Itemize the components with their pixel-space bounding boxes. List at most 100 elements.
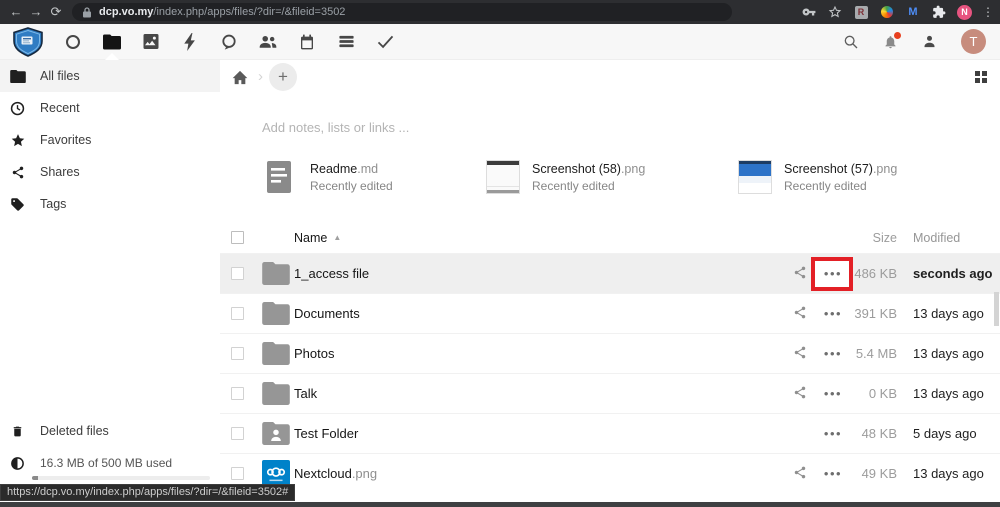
extension-r-icon[interactable]: R xyxy=(853,4,869,20)
file-name-link[interactable]: Nextcloud.png xyxy=(292,466,784,481)
notes-input[interactable]: Add notes, lists or links ... xyxy=(262,120,409,135)
file-name-link[interactable]: Photos xyxy=(292,346,784,361)
activity-lightning-icon[interactable] xyxy=(181,30,199,54)
sort-ascending-icon: ▲ xyxy=(333,233,341,242)
user-avatar[interactable]: T xyxy=(961,29,986,54)
file-name-link[interactable]: Test Folder xyxy=(292,426,784,441)
file-name-link[interactable]: Talk xyxy=(292,386,784,401)
sidebar-item-deleted-files[interactable]: Deleted files xyxy=(0,415,220,447)
grid-view-toggle-icon[interactable] xyxy=(975,71,987,83)
browser-reload-button[interactable]: ⟳ xyxy=(46,0,66,24)
app-logo-shield-icon[interactable] xyxy=(10,27,46,57)
nextcloud-header: T xyxy=(0,24,1000,60)
quota-progress-bar xyxy=(32,476,210,480)
file-size: 0 KB xyxy=(850,386,897,401)
chevron-separator-icon: › xyxy=(258,68,263,85)
file-size: 391 KB xyxy=(850,306,897,321)
file-size: 49 KB xyxy=(850,466,897,481)
table-row-photos[interactable]: Photos ••• 5.4 MB 13 days ago xyxy=(220,333,1000,373)
bookmark-star-icon[interactable] xyxy=(827,4,843,20)
sidebar-item-shares[interactable]: Shares xyxy=(0,156,220,188)
share-button[interactable] xyxy=(784,385,816,403)
file-modified: 13 days ago xyxy=(897,466,1000,481)
recommended-card-screenshot-57[interactable]: Screenshot (57).png Recently edited xyxy=(738,160,897,194)
calendar-icon[interactable] xyxy=(298,30,316,54)
browser-menu-icon[interactable]: ⋮ xyxy=(982,5,994,19)
talk-bubble-icon[interactable] xyxy=(220,30,238,54)
actions-menu-button[interactable]: ••• xyxy=(824,469,842,479)
notifications-bell-icon[interactable] xyxy=(883,34,898,50)
add-new-button[interactable]: + xyxy=(269,63,297,91)
files-icon[interactable] xyxy=(103,30,121,54)
folder-icon xyxy=(262,342,292,365)
screenshot-thumbnail xyxy=(486,160,520,194)
file-modified: 13 days ago xyxy=(897,306,1000,321)
search-icon[interactable] xyxy=(843,34,859,50)
sort-by-name-header[interactable]: Name ▲ xyxy=(292,231,784,245)
tag-icon xyxy=(9,197,26,212)
actions-menu-button[interactable]: ••• xyxy=(824,389,842,399)
sort-by-modified-header[interactable]: Modified xyxy=(897,231,1000,245)
star-icon xyxy=(9,133,26,148)
recommended-card-readme[interactable]: Readme.md Recently edited xyxy=(264,160,393,194)
actions-menu-button[interactable]: ••• xyxy=(824,309,842,319)
sidebar-item-favorites[interactable]: Favorites xyxy=(0,124,220,156)
sidebar-label: Favorites xyxy=(40,133,91,147)
row-checkbox[interactable] xyxy=(231,387,244,400)
app-navigation xyxy=(64,30,394,54)
browser-profile-avatar[interactable]: N xyxy=(957,5,972,20)
sidebar-label: Recent xyxy=(40,101,80,115)
table-row-test-folder[interactable]: Test Folder ••• 48 KB 5 days ago xyxy=(220,413,1000,453)
address-bar[interactable]: dcp.vo.my/index.php/apps/files/?dir=/&fi… xyxy=(72,3,732,21)
table-row-talk[interactable]: Talk ••• 0 KB 13 days ago xyxy=(220,373,1000,413)
browser-back-button[interactable]: ← xyxy=(6,0,26,24)
select-all-checkbox[interactable] xyxy=(231,231,244,244)
sidebar-item-recent[interactable]: Recent xyxy=(0,92,220,124)
share-button[interactable] xyxy=(784,465,816,483)
photos-icon[interactable] xyxy=(142,30,160,54)
actions-menu-button[interactable]: ••• xyxy=(824,349,842,359)
recommended-card-screenshot-58[interactable]: Screenshot (58).png Recently edited xyxy=(486,160,645,194)
row-checkbox[interactable] xyxy=(231,267,244,280)
file-name-link[interactable]: Documents xyxy=(292,306,784,321)
circles-icon[interactable] xyxy=(64,30,82,54)
extension-m-icon[interactable]: M xyxy=(905,4,921,20)
share-button[interactable] xyxy=(784,305,816,323)
row-checkbox[interactable] xyxy=(231,347,244,360)
status-bar-url: https://dcp.vo.my/index.php/apps/files/?… xyxy=(0,484,295,501)
row-checkbox[interactable] xyxy=(231,467,244,480)
file-size: 5.4 MB xyxy=(850,346,897,361)
file-name-link[interactable]: 1_access file xyxy=(292,266,784,281)
sidebar-item-tags[interactable]: Tags xyxy=(0,188,220,220)
sidebar-label: Tags xyxy=(40,197,66,211)
file-name: Screenshot (58) xyxy=(532,162,621,176)
file-status: Recently edited xyxy=(784,179,897,193)
contacts-people-icon[interactable] xyxy=(259,30,277,54)
file-extension: .md xyxy=(357,162,378,176)
file-status: Recently edited xyxy=(310,179,393,193)
actions-menu-button[interactable]: ••• xyxy=(824,429,842,439)
actions-menu-button[interactable]: ••• xyxy=(824,269,842,279)
home-icon[interactable] xyxy=(232,70,252,85)
browser-forward-button[interactable]: → xyxy=(26,0,46,24)
table-row-nextcloud-png[interactable]: Nextcloud.png ••• 49 KB 13 days ago xyxy=(220,453,1000,493)
file-size: 486 KB xyxy=(850,266,897,281)
table-row-documents[interactable]: Documents ••• 391 KB 13 days ago xyxy=(220,293,1000,333)
extensions-puzzle-icon[interactable] xyxy=(931,4,947,20)
sort-by-size-header[interactable]: Size xyxy=(850,231,897,245)
deck-stack-icon[interactable] xyxy=(337,30,355,54)
file-modified: 13 days ago xyxy=(897,386,1000,401)
share-icon xyxy=(9,165,26,180)
scrollbar-thumb[interactable] xyxy=(994,292,999,326)
share-button[interactable] xyxy=(784,345,816,363)
quota-progress-fill xyxy=(32,476,38,480)
extension-rainbow-icon[interactable] xyxy=(879,4,895,20)
key-icon[interactable] xyxy=(801,4,817,20)
sidebar-item-all-files[interactable]: All files xyxy=(0,60,220,92)
table-row-1-access-file[interactable]: 1_access file ••• 486 KB seconds ago xyxy=(220,253,1000,293)
contacts-menu-icon[interactable] xyxy=(922,34,937,49)
tasks-check-icon[interactable] xyxy=(376,30,394,54)
row-checkbox[interactable] xyxy=(231,307,244,320)
row-checkbox[interactable] xyxy=(231,427,244,440)
sidebar-label: Shares xyxy=(40,165,80,179)
